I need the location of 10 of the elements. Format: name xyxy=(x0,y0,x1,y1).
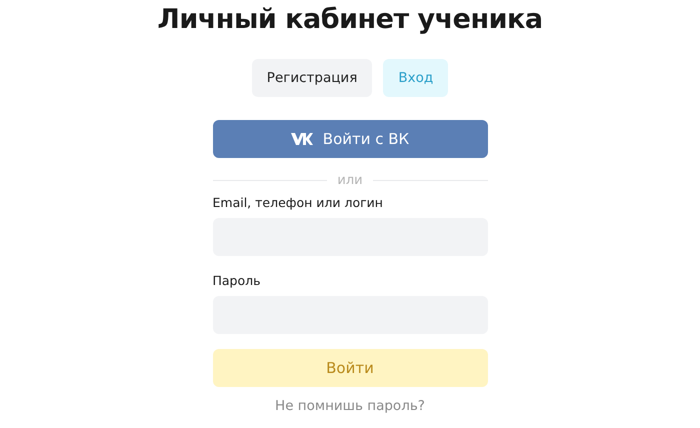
tab[interactable]: Вход xyxy=(383,59,448,97)
vk-logo-icon xyxy=(290,132,313,146)
field-label: Пароль xyxy=(212,272,262,290)
login-button[interactable]: Войти xyxy=(212,349,488,387)
vk-login-button[interactable]: Войти с ВК xyxy=(212,120,488,158)
forgot-password-link[interactable]: Не помнишь пароль? xyxy=(275,397,425,415)
field-label: Email, телефон или логин xyxy=(212,194,384,212)
page-title: Личный кабинет ученика xyxy=(157,3,543,37)
divider-text: или xyxy=(337,172,363,188)
tab[interactable]: Регистрация xyxy=(252,59,372,97)
